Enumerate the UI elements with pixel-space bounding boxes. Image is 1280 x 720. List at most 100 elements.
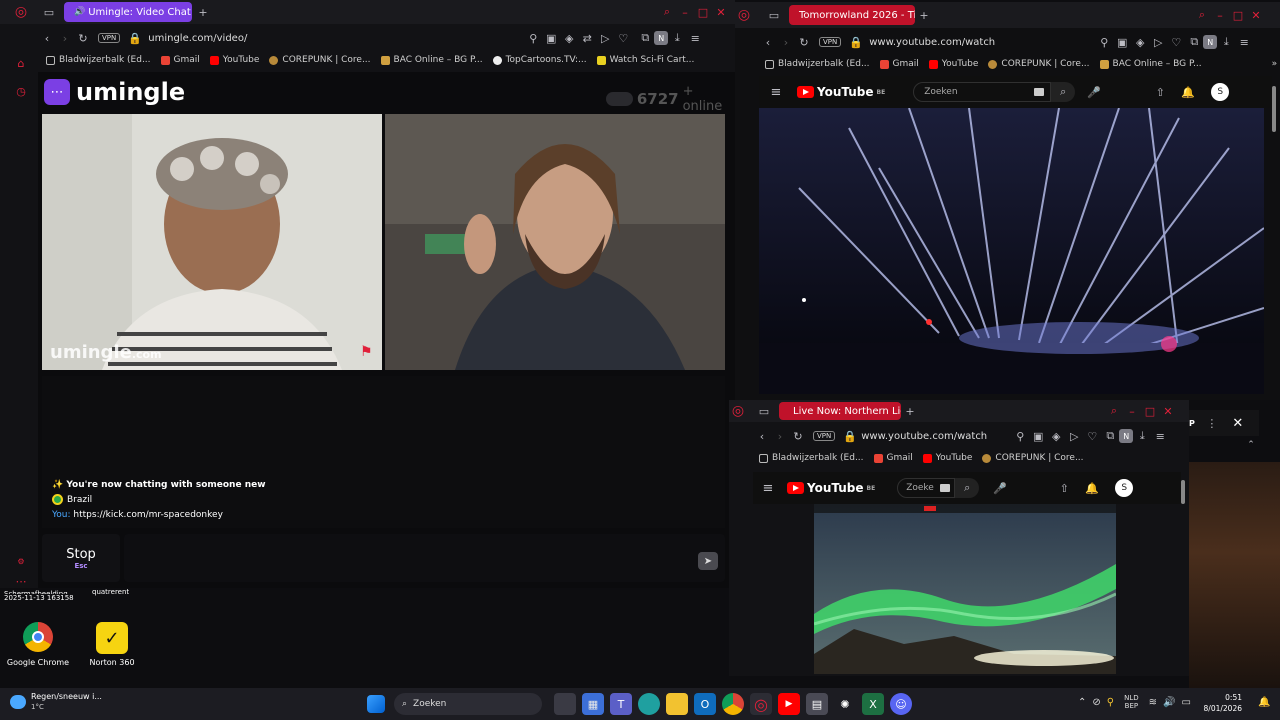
- player-icon[interactable]: ▷: [1065, 427, 1083, 445]
- overlay-collapse-icon[interactable]: ⌃: [1242, 436, 1260, 454]
- menu-icon[interactable]: ≡: [686, 29, 704, 47]
- minimize-icon[interactable]: –: [676, 3, 694, 21]
- heart-icon[interactable]: ♡: [614, 29, 632, 47]
- stop-button[interactable]: Stop Esc: [42, 534, 120, 582]
- desktop-icon-norton[interactable]: ✓ Norton 360: [80, 622, 144, 667]
- close-icon[interactable]: ✕: [1159, 402, 1177, 420]
- opera-menu-icon[interactable]: ◎: [12, 3, 30, 21]
- clock[interactable]: 0:51 8/01/2026: [1198, 692, 1242, 714]
- overlay-close-icon[interactable]: ✕: [1229, 414, 1247, 432]
- tab-tomorrowland[interactable]: Tomorrowland 2026 - Tie: [789, 5, 915, 25]
- bookmark-item[interactable]: Bladwijzerbalk (Ed...: [46, 55, 151, 65]
- task-view-icon[interactable]: [554, 693, 576, 715]
- forward-icon[interactable]: ›: [56, 29, 74, 47]
- shield-icon[interactable]: ◈: [1047, 427, 1065, 445]
- hamburger-icon[interactable]: ≡: [759, 479, 777, 497]
- url-text[interactable]: www.youtube.com/watch: [869, 37, 1095, 48]
- taskbar-search[interactable]: ⌕ Zoeken: [394, 693, 542, 715]
- yt-search-input[interactable]: Zoeke: [897, 478, 956, 498]
- bookmark-item[interactable]: Gmail: [879, 59, 919, 69]
- hamburger-icon[interactable]: ≡: [767, 83, 785, 101]
- bookmark-item[interactable]: Gmail: [873, 453, 913, 463]
- teams-icon[interactable]: T: [610, 693, 632, 715]
- maximize-icon[interactable]: □: [1141, 402, 1159, 420]
- file-explorer-icon[interactable]: [666, 693, 688, 715]
- bookmark-item[interactable]: Bladwijzerbalk (Ed...: [759, 453, 864, 463]
- forward-icon[interactable]: ›: [771, 427, 789, 445]
- keyboard-icon[interactable]: [940, 484, 951, 492]
- bookmark-item[interactable]: COREPUNK | Core...: [988, 59, 1090, 69]
- maximize-icon[interactable]: □: [694, 3, 712, 21]
- heart-icon[interactable]: ♡: [1083, 427, 1101, 445]
- volume-icon[interactable]: 🔊: [1163, 697, 1175, 708]
- snapshot-icon[interactable]: ▣: [1029, 427, 1047, 445]
- you-msg-text[interactable]: https://kick.com/mr-spacedonkey: [73, 510, 222, 520]
- tab-umingle[interactable]: 🔊 Umingle: Video Chat w: [64, 2, 192, 22]
- tab-islands-icon[interactable]: ▭: [755, 402, 773, 420]
- tray-status-icon[interactable]: ⚲: [1107, 697, 1114, 708]
- yt-search-icon[interactable]: ⌕: [1051, 82, 1076, 102]
- bookmark-item[interactable]: Watch Sci-Fi Cart...: [596, 55, 694, 65]
- bookmarks-more-icon[interactable]: »: [1272, 59, 1278, 69]
- opera-taskbar-icon[interactable]: ◎: [750, 693, 772, 715]
- wifi-icon[interactable]: ≋: [1149, 697, 1157, 708]
- shield-icon[interactable]: ◈: [560, 29, 578, 47]
- url-text[interactable]: umingle.com/video/: [148, 33, 508, 44]
- youtube-logo[interactable]: YouTube BE: [797, 85, 885, 99]
- player-icon[interactable]: ▷: [1149, 33, 1167, 51]
- calculator-icon[interactable]: ▤: [806, 693, 828, 715]
- vpn-badge[interactable]: VPN: [819, 37, 842, 47]
- pin-icon[interactable]: ⚲: [1095, 33, 1113, 51]
- language-indicator[interactable]: NLD BEP: [1124, 694, 1139, 710]
- microphone-icon[interactable]: 🎤: [991, 479, 1009, 497]
- menu-icon[interactable]: ≡: [1235, 33, 1253, 51]
- bookmark-item[interactable]: YouTube: [928, 59, 978, 69]
- bookmark-item[interactable]: COREPUNK | Core...: [269, 55, 371, 65]
- close-icon[interactable]: ✕: [712, 3, 730, 21]
- desktop-label-screenshot[interactable]: Schermafbeelding 2025-11-13 163158: [4, 590, 74, 603]
- chatgpt-icon[interactable]: ✺: [834, 693, 856, 715]
- player-icon[interactable]: ▷: [596, 29, 614, 47]
- heart-icon[interactable]: ♡: [1167, 33, 1185, 51]
- yt-search-input[interactable]: Zoeken: [913, 82, 1052, 102]
- discord-icon[interactable]: ☺: [890, 693, 912, 715]
- back-icon[interactable]: ‹: [759, 33, 777, 51]
- umingle-logo[interactable]: ⋯ umingle: [44, 78, 185, 106]
- edge-icon[interactable]: [638, 693, 660, 715]
- snapshot-icon[interactable]: ▣: [1113, 33, 1131, 51]
- rb-scrollbar[interactable]: [1181, 480, 1185, 504]
- store-icon[interactable]: ▦: [582, 693, 604, 715]
- search-tabs-icon[interactable]: ⌕: [1193, 6, 1211, 24]
- tab-islands-icon[interactable]: ▭: [765, 6, 783, 24]
- new-tab-icon[interactable]: +: [915, 6, 933, 24]
- profile-avatar[interactable]: N: [654, 31, 669, 45]
- reload-icon[interactable]: ↻: [74, 29, 92, 47]
- extensions-icon[interactable]: ⧉: [636, 29, 654, 47]
- download-icon[interactable]: ⤓: [1133, 427, 1151, 445]
- bell-icon[interactable]: 🔔: [1179, 83, 1197, 101]
- snapshot-icon[interactable]: ▣: [542, 29, 560, 47]
- close-icon[interactable]: ✕: [1247, 6, 1265, 24]
- microphone-icon[interactable]: 🎤: [1085, 83, 1103, 101]
- translate-icon[interactable]: ⇄: [578, 29, 596, 47]
- excel-icon[interactable]: X: [862, 693, 884, 715]
- youtube-taskbar-icon[interactable]: ▶: [778, 693, 800, 715]
- yt-avatar[interactable]: S: [1115, 479, 1134, 497]
- bookmark-item[interactable]: COREPUNK | Core...: [982, 453, 1084, 463]
- shield-icon[interactable]: ◈: [1131, 33, 1149, 51]
- vpn-badge[interactable]: VPN: [98, 33, 121, 43]
- bookmark-item[interactable]: Gmail: [160, 55, 200, 65]
- rt-video-player[interactable]: [759, 108, 1264, 394]
- new-tab-icon[interactable]: +: [901, 402, 919, 420]
- bookmark-item[interactable]: TopCartoons.TV:...: [492, 55, 587, 65]
- bookmark-item[interactable]: YouTube: [209, 55, 259, 65]
- outlook-icon[interactable]: O: [694, 693, 716, 715]
- pin-icon[interactable]: ⚲: [524, 29, 542, 47]
- maximize-icon[interactable]: □: [1229, 6, 1247, 24]
- notification-bell-icon[interactable]: 🔔: [1258, 697, 1270, 708]
- keyboard-icon[interactable]: [1034, 88, 1045, 96]
- tray-network-off-icon[interactable]: ⊘: [1092, 697, 1100, 708]
- sidebar-more-icon[interactable]: ⋯: [12, 572, 30, 588]
- back-icon[interactable]: ‹: [753, 427, 771, 445]
- upload-icon[interactable]: ⇧: [1055, 479, 1073, 497]
